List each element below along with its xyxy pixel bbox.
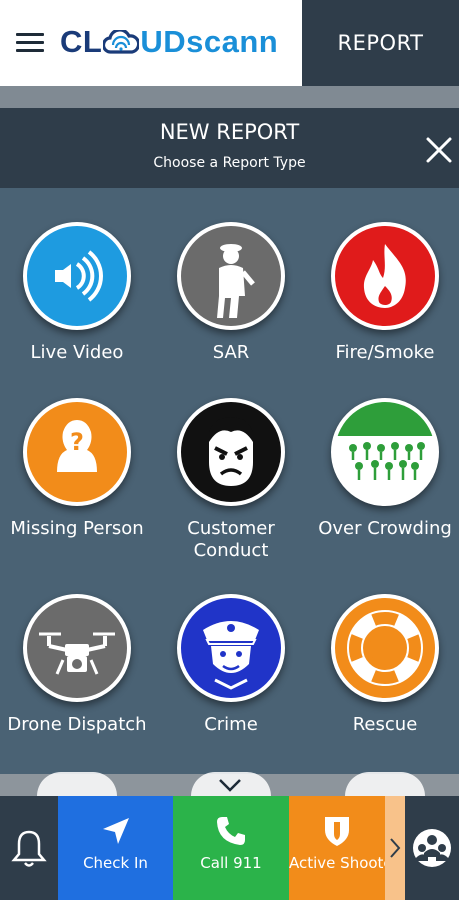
report-type-fire-smoke[interactable]: Fire/Smoke bbox=[308, 222, 459, 364]
active-shooter-button[interactable]: Active Shooter bbox=[289, 796, 385, 900]
report-type-customer-conduct[interactable]: Customer Conduct bbox=[154, 398, 308, 562]
active-shooter-label: Active Shooter bbox=[289, 854, 385, 872]
sar-icon bbox=[177, 222, 285, 330]
logo-text-suffix: UDscann bbox=[140, 24, 279, 59]
chevron-down-icon[interactable] bbox=[218, 778, 242, 792]
chevron-right-icon bbox=[390, 838, 401, 858]
police-officer-icon bbox=[177, 594, 285, 702]
close-icon[interactable] bbox=[423, 134, 455, 166]
notifications-button[interactable] bbox=[0, 796, 58, 900]
bell-icon bbox=[11, 830, 47, 867]
live-video-icon bbox=[23, 222, 131, 330]
team-button[interactable] bbox=[405, 796, 459, 900]
report-type-label: Crime bbox=[204, 714, 258, 735]
modal-subtitle: Choose a Report Type bbox=[153, 155, 306, 171]
report-type-label: Missing Person bbox=[10, 518, 144, 539]
check-in-button[interactable]: Check In bbox=[58, 796, 173, 900]
report-type-grid: Live Video SAR Fire/Smoke ? Missing Pers… bbox=[0, 188, 459, 774]
cloud-wifi-icon bbox=[102, 28, 141, 54]
report-type-label: Live Video bbox=[30, 342, 124, 363]
svg-text:?: ? bbox=[70, 428, 84, 456]
report-type-crime[interactable]: Crime bbox=[154, 594, 308, 736]
report-type-rescue[interactable]: Rescue bbox=[308, 594, 459, 736]
drone-icon bbox=[23, 594, 131, 702]
hamburger-icon[interactable] bbox=[16, 33, 44, 53]
phone-icon bbox=[217, 817, 245, 845]
missing-person-icon: ? bbox=[23, 398, 131, 506]
app-logo: CL UDscann bbox=[60, 24, 278, 60]
angry-face-icon bbox=[177, 398, 285, 506]
next-row-peek bbox=[345, 772, 425, 796]
report-type-label: SAR bbox=[212, 342, 250, 363]
report-type-label: Customer Conduct bbox=[154, 518, 308, 562]
call-911-label: Call 911 bbox=[200, 854, 262, 872]
more-actions-button[interactable] bbox=[385, 796, 405, 900]
report-type-label-line: Conduct bbox=[193, 540, 269, 561]
logo-area: CL UDscann bbox=[0, 0, 302, 86]
team-icon bbox=[413, 829, 451, 867]
report-type-over-crowding[interactable]: Over Crowding bbox=[308, 398, 459, 540]
navigation-arrow-icon bbox=[102, 818, 129, 844]
report-type-sar[interactable]: SAR bbox=[154, 222, 308, 364]
shield-icon bbox=[325, 817, 349, 846]
report-tab[interactable]: REPORT bbox=[302, 0, 459, 86]
crowd-icon bbox=[331, 398, 439, 506]
report-type-label: Over Crowding bbox=[318, 518, 452, 539]
header-divider bbox=[0, 86, 459, 108]
lifebuoy-icon bbox=[331, 594, 439, 702]
report-type-live-video[interactable]: Live Video bbox=[0, 222, 154, 364]
check-in-label: Check In bbox=[83, 854, 148, 872]
report-type-drone-dispatch[interactable]: Drone Dispatch bbox=[0, 594, 154, 736]
fire-icon bbox=[331, 222, 439, 330]
report-type-label: Fire/Smoke bbox=[335, 342, 435, 363]
report-type-missing-person[interactable]: ? Missing Person bbox=[0, 398, 154, 540]
report-type-label-line: Customer bbox=[187, 518, 275, 539]
report-type-label: Drone Dispatch bbox=[7, 714, 147, 735]
report-type-label: Rescue bbox=[352, 714, 418, 735]
call-911-button[interactable]: Call 911 bbox=[173, 796, 289, 900]
next-row-peek bbox=[37, 772, 117, 796]
modal-title: NEW REPORT bbox=[159, 120, 300, 144]
logo-text-prefix: CL bbox=[60, 24, 103, 59]
